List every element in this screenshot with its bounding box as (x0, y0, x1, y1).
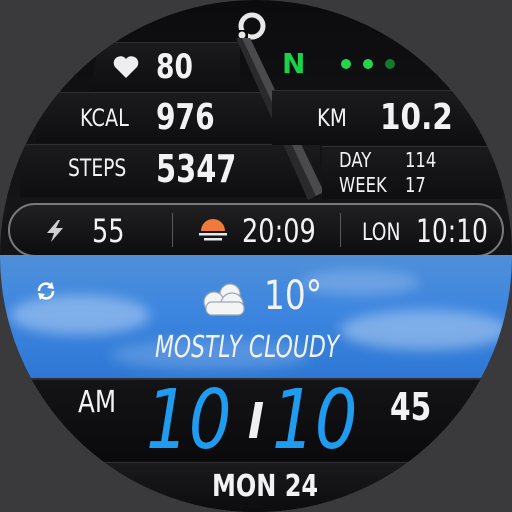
kcal-label: KCAL (80, 104, 129, 132)
lon-time: 10:10 (416, 212, 488, 250)
kcal-value: 976 (156, 97, 215, 138)
week-label: WEEK (339, 173, 387, 197)
steps-label: STEPS (68, 154, 127, 182)
ampm-label: AM (78, 385, 117, 420)
refresh-icon[interactable] (34, 279, 58, 303)
sunset-icon (199, 219, 227, 241)
watch-stage: 80 N KCAL 976 STEPS 5347 KM 10.2 DAY 114… (0, 0, 512, 512)
lon-label: LON (362, 218, 401, 246)
heart-rate-value: 80 (156, 47, 193, 87)
km-label: KM (317, 104, 347, 132)
sunset-time: 20:09 (242, 212, 316, 250)
weather-condition: MOSTLY CLOUDY (155, 330, 340, 365)
battery-value: 55 (92, 212, 125, 250)
status-dot-1 (341, 59, 351, 69)
km-value: 10.2 (380, 97, 453, 138)
temperature-value: 10° (264, 273, 323, 319)
hour-value: 10 (146, 373, 232, 468)
time-panel-top-line (30, 378, 482, 380)
week-value: 17 (405, 173, 426, 197)
minute-value: 10 (272, 373, 358, 468)
day-value: 114 (405, 148, 437, 172)
network-indicator: N (282, 47, 306, 80)
status-dot-3 (385, 59, 395, 69)
bar-divider-1 (172, 213, 173, 247)
day-label: DAY (339, 148, 372, 172)
lightning-icon (47, 220, 63, 242)
seconds-value: 45 (390, 385, 432, 429)
date-value: MON 24 (212, 469, 319, 504)
watch-face: 80 N KCAL 976 STEPS 5347 KM 10.2 DAY 114… (0, 0, 512, 512)
status-dot-2 (363, 59, 373, 69)
heart-icon (113, 56, 139, 78)
bar-divider-2 (340, 213, 341, 247)
steps-value: 5347 (156, 147, 237, 191)
cloud-icon (203, 283, 245, 316)
